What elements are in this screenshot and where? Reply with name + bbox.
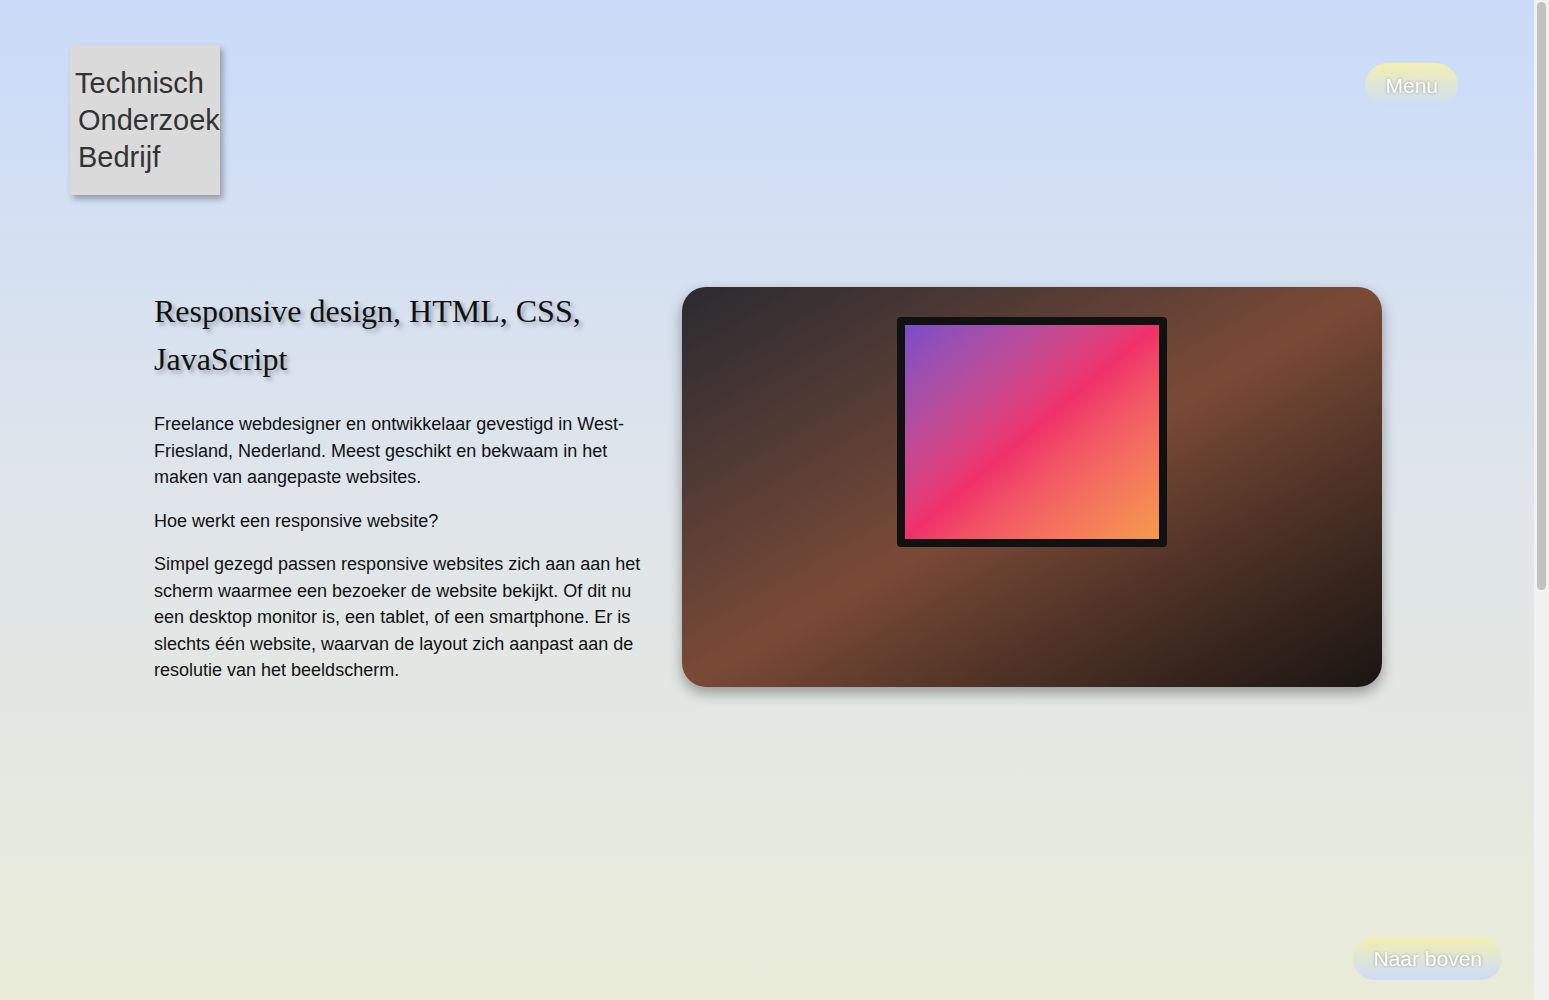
hero-paragraph: Simpel gezegd passen responsive websites… xyxy=(154,551,646,684)
logo[interactable]: TechnischOnderzoekBedrijf xyxy=(70,45,220,195)
hero-paragraph: Hoe werkt een responsive website? xyxy=(154,508,646,535)
logo-line: Onderzoek xyxy=(75,102,220,139)
scrollbar-thumb[interactable] xyxy=(1537,2,1546,590)
back-to-top-button[interactable]: Naar boven xyxy=(1353,937,1502,980)
hero: Responsive design, HTML, CSS, JavaScript… xyxy=(0,287,1534,701)
menu-button[interactable]: Menu xyxy=(1365,63,1458,108)
logo-line: Technisch xyxy=(75,65,220,102)
page: TechnischOnderzoekBedrijf Menu Responsiv… xyxy=(0,0,1534,1000)
hero-photo xyxy=(682,287,1382,687)
hero-text: Responsive design, HTML, CSS, JavaScript… xyxy=(154,287,646,701)
header: TechnischOnderzoekBedrijf Menu xyxy=(0,0,1534,195)
hero-heading: Responsive design, HTML, CSS, JavaScript xyxy=(154,287,646,383)
logo-line: Bedrijf xyxy=(75,139,220,176)
scrollbar[interactable] xyxy=(1534,0,1549,1000)
hero-paragraph: Freelance webdesigner en ontwikkelaar ge… xyxy=(154,411,646,491)
